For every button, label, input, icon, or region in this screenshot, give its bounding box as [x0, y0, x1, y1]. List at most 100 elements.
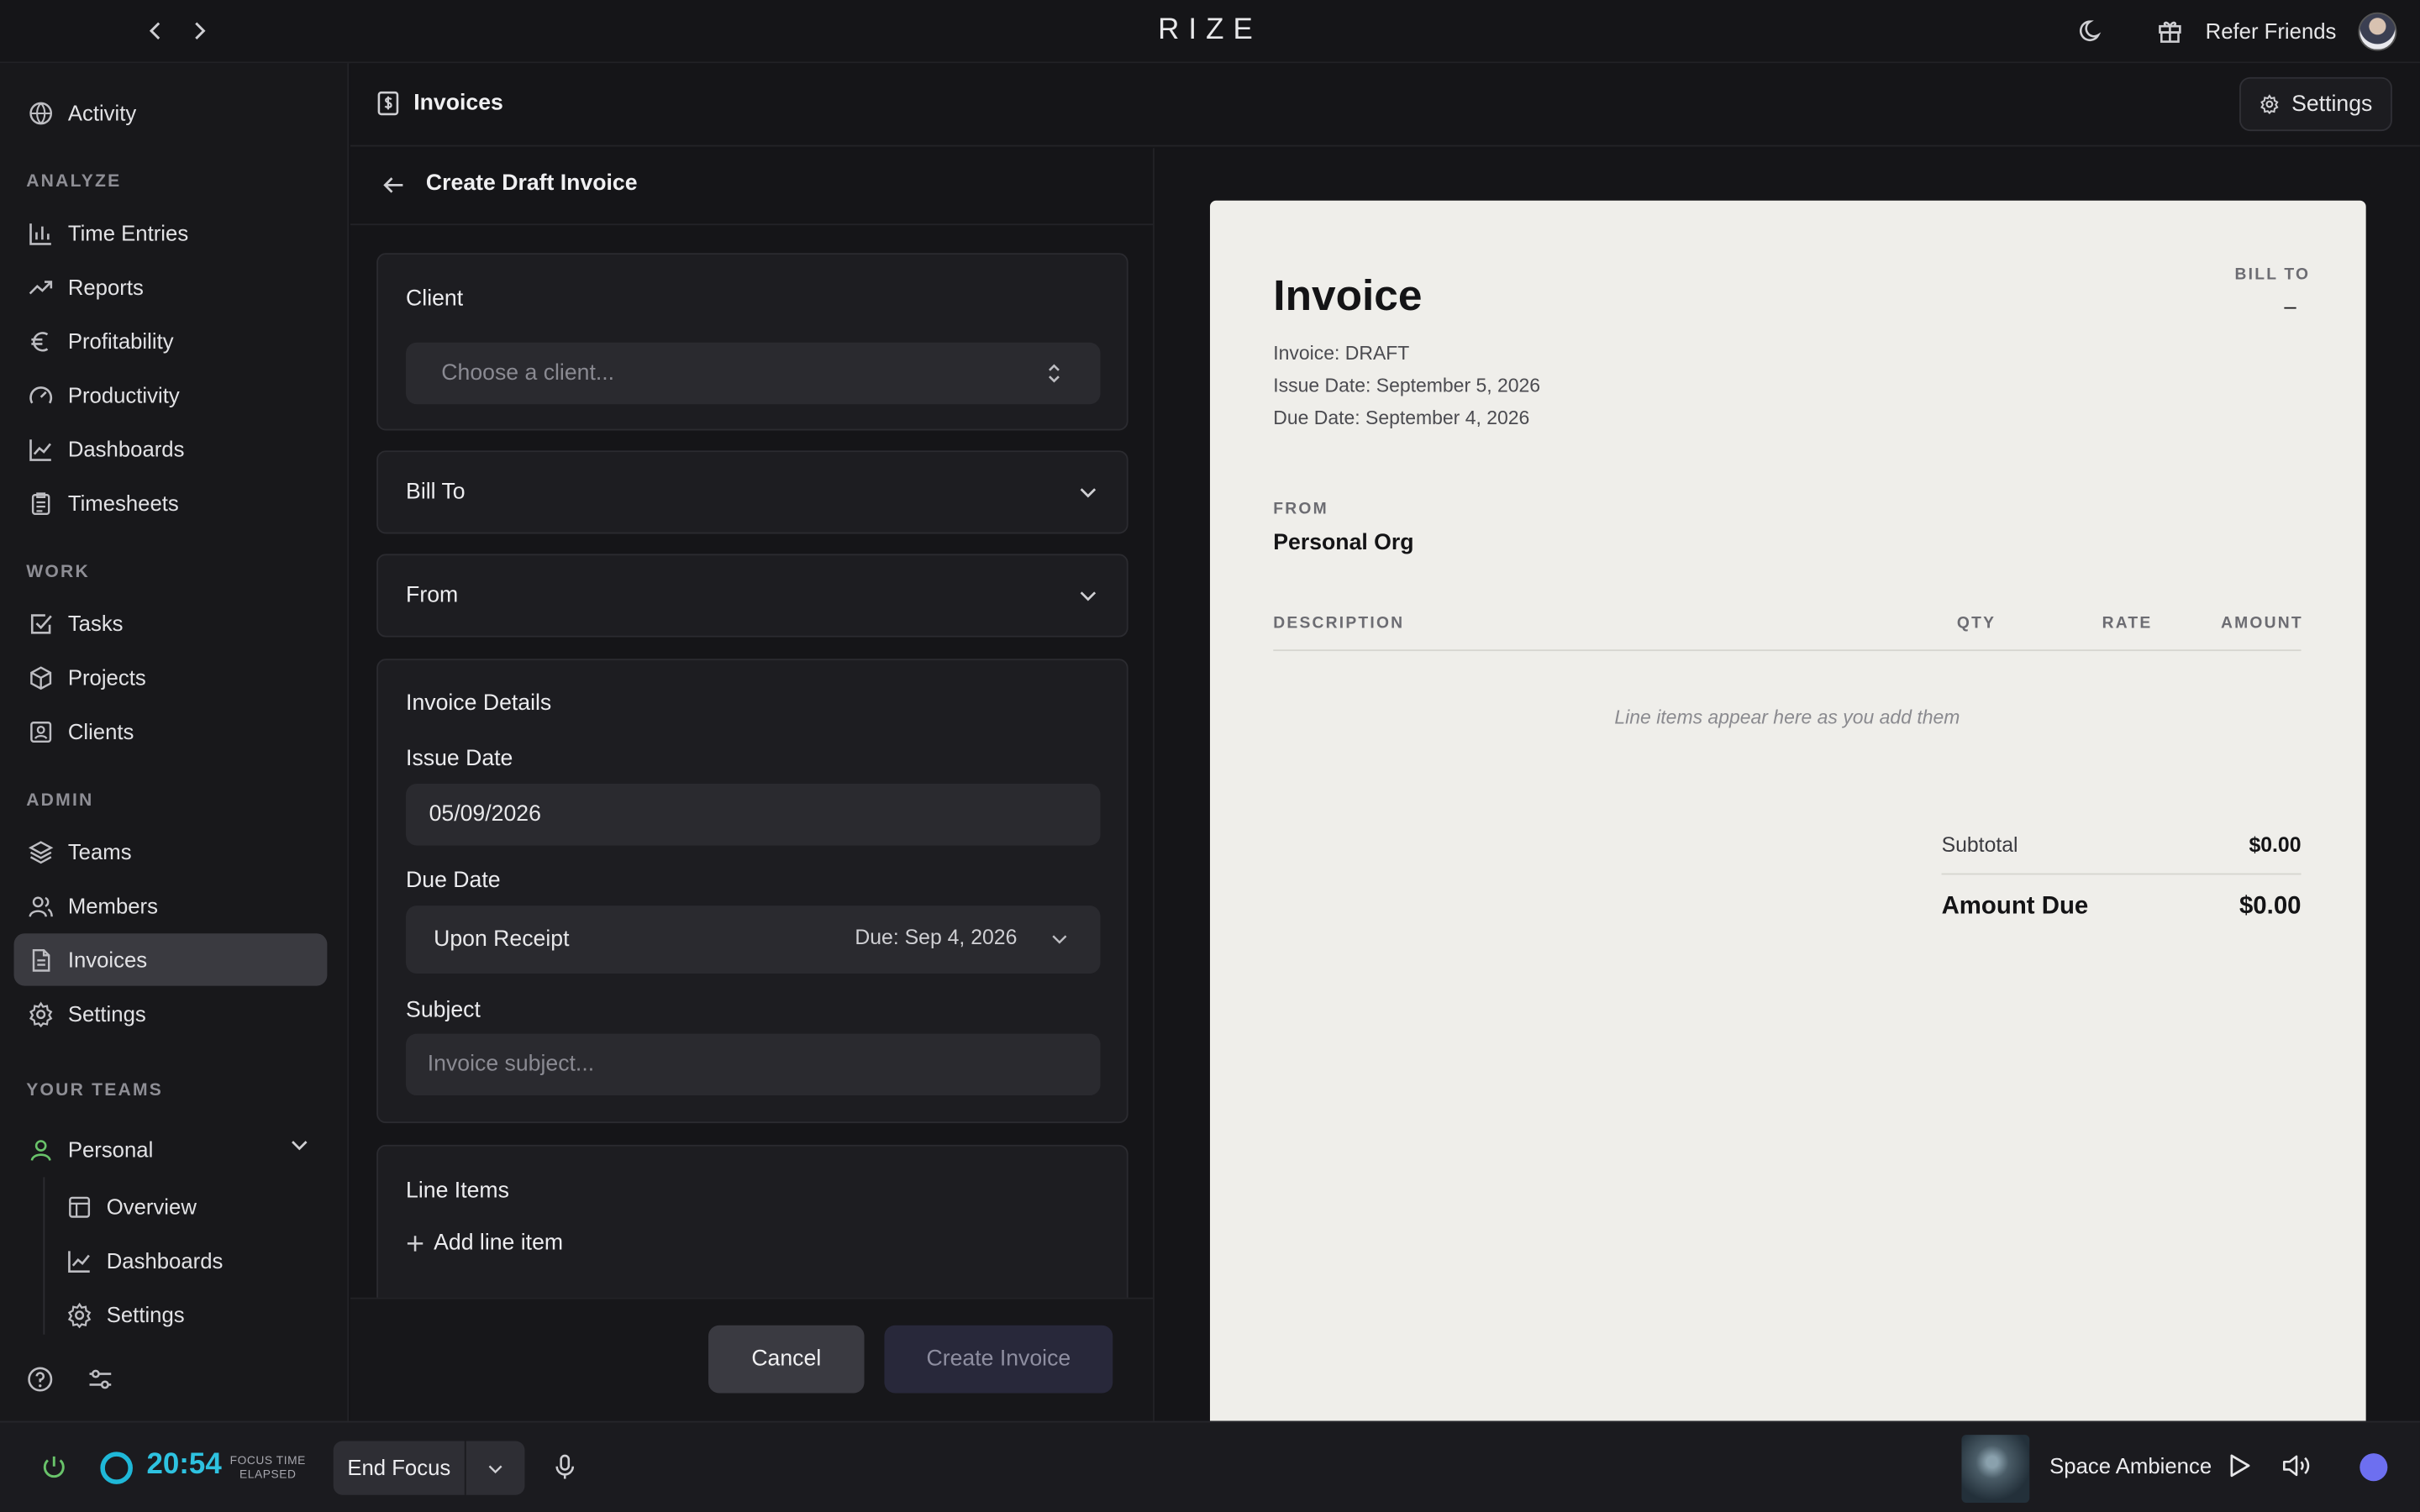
- focus-timer: 20:54: [146, 1448, 222, 1482]
- sidebar-item-label: Time Entries: [67, 220, 189, 246]
- arrow-left-icon[interactable]: [381, 173, 406, 197]
- avatar[interactable]: [2358, 12, 2397, 51]
- sidebar-item-team-dashboards[interactable]: Dashboards: [52, 1234, 327, 1286]
- sidebar-item-label: Profitability: [67, 328, 174, 354]
- client-label: Client: [406, 286, 464, 312]
- microphone-icon[interactable]: [553, 1453, 577, 1481]
- chevron-up-down-icon: [1044, 361, 1063, 386]
- users-icon: [26, 892, 54, 920]
- sidebar-item-timesheets[interactable]: Timesheets: [14, 477, 328, 529]
- back-arrow-icon[interactable]: [140, 15, 171, 46]
- moon-icon[interactable]: [2079, 17, 2107, 45]
- focus-bar: 20:54 FOCUS TIME ELAPSED End Focus Space…: [0, 1420, 2420, 1512]
- client-select-placeholder: Choose a client...: [441, 360, 615, 386]
- column-header-description: DESCRIPTION: [1273, 614, 1405, 633]
- sidebar-item-label: Members: [67, 893, 159, 918]
- refer-friends-link[interactable]: Refer Friends: [2206, 18, 2337, 43]
- due-date-select[interactable]: Upon Receipt Due: Sep 4, 2026: [406, 906, 1101, 974]
- sidebar-item-clients[interactable]: Clients: [14, 705, 328, 757]
- create-invoice-button[interactable]: Create Invoice: [884, 1325, 1113, 1394]
- sidebar-item-label: Tasks: [67, 611, 124, 636]
- sidebar-item-label: Overview: [106, 1194, 197, 1219]
- sidebar-item-settings[interactable]: Settings: [14, 987, 328, 1039]
- bill-to-value: –: [2284, 292, 2296, 318]
- power-icon[interactable]: [40, 1453, 68, 1481]
- client-card: Client Choose a client...: [376, 253, 1128, 431]
- cancel-button[interactable]: Cancel: [708, 1325, 865, 1394]
- sidebar-item-team-settings[interactable]: Settings: [52, 1289, 327, 1341]
- sidebar-item-label: Projects: [67, 664, 146, 690]
- form-footer: Cancel Create Invoice: [350, 1297, 1154, 1421]
- settings-button[interactable]: Settings: [2239, 76, 2392, 132]
- help-icon[interactable]: [26, 1365, 54, 1393]
- due-date-term: Upon Receipt: [434, 927, 570, 953]
- issue-date-input[interactable]: 05/09/2026: [406, 784, 1101, 846]
- sidebar-item-label: Settings: [67, 1001, 146, 1026]
- amount-due-label: Amount Due: [1941, 893, 2089, 920]
- chevron-down-icon: [1050, 929, 1070, 949]
- sidebar-item-label: Invoices: [67, 947, 148, 973]
- focus-ring-icon: [100, 1452, 133, 1484]
- sidebar-item-label: Teams: [67, 839, 132, 864]
- form-header: Create Draft Invoice: [350, 148, 1154, 226]
- layers-icon: [26, 837, 54, 865]
- end-focus-button[interactable]: End Focus: [334, 1441, 466, 1495]
- gear-icon: [2260, 94, 2280, 114]
- focus-caption-line-2: ELAPSED: [239, 1466, 297, 1481]
- column-header-amount: AMOUNT: [2221, 614, 2303, 633]
- empty-line-items-note: Line items appear here as you add them: [1614, 706, 1960, 728]
- section-heading-admin: ADMIN: [26, 791, 94, 811]
- sidebar-item-dashboards[interactable]: Dashboards: [14, 423, 328, 475]
- invoice-preview-paper: Invoice Invoice: DRAFT Issue Date: Septe…: [1209, 200, 2366, 1421]
- add-line-item-button[interactable]: Add line item: [406, 1231, 563, 1256]
- column-header-rate: RATE: [2102, 614, 2153, 633]
- gear-icon: [65, 1300, 92, 1328]
- chevron-down-icon[interactable]: [1077, 481, 1099, 503]
- user-icon: [26, 1136, 54, 1163]
- from-section[interactable]: From: [376, 554, 1128, 638]
- subject-label: Subject: [406, 998, 481, 1023]
- subject-input[interactable]: Invoice subject...: [406, 1033, 1101, 1096]
- sidebar-item-team-personal[interactable]: Personal: [14, 1123, 328, 1175]
- chevron-down-icon[interactable]: [288, 1134, 310, 1156]
- sidebar-item-activity[interactable]: Activity: [14, 87, 328, 139]
- client-select[interactable]: Choose a client...: [406, 342, 1101, 405]
- invoice-details-card: Invoice Details Issue Date 05/09/2026 Du…: [376, 659, 1128, 1124]
- line-chart-icon: [26, 435, 54, 463]
- sidebar-item-time-entries[interactable]: Time Entries: [14, 207, 328, 259]
- sidebar-item-tasks[interactable]: Tasks: [14, 597, 328, 649]
- sidebar-item-reports[interactable]: Reports: [14, 260, 328, 312]
- invoice-due-date: Due Date: September 4, 2026: [1273, 407, 1530, 429]
- euro-icon: [26, 327, 54, 354]
- sidebar-item-teams[interactable]: Teams: [14, 826, 328, 878]
- sidebar-item-profitability[interactable]: Profitability: [14, 315, 328, 367]
- trending-up-icon: [26, 273, 54, 301]
- file-text-icon: [26, 946, 54, 974]
- bill-to-section[interactable]: Bill To: [376, 450, 1128, 534]
- page-title: Invoices: [413, 91, 503, 116]
- focus-timer-caption: FOCUS TIME ELAPSED: [230, 1454, 306, 1481]
- forward-arrow-icon[interactable]: [184, 15, 215, 46]
- end-focus-dropdown[interactable]: [466, 1459, 525, 1478]
- play-icon[interactable]: [2227, 1452, 2251, 1479]
- subtotal-label: Subtotal: [1941, 832, 2018, 857]
- gift-icon[interactable]: [2156, 17, 2184, 45]
- music-title[interactable]: Space Ambience: [2049, 1453, 2212, 1478]
- section-heading-work: WORK: [26, 563, 90, 582]
- volume-icon[interactable]: [2281, 1452, 2312, 1479]
- sidebar-item-invoices[interactable]: Invoices: [13, 933, 328, 986]
- sidebar-item-team-overview[interactable]: Overview: [52, 1180, 327, 1232]
- layout-icon: [65, 1193, 92, 1221]
- sidebar-item-members[interactable]: Members: [14, 879, 328, 932]
- sliders-icon[interactable]: [87, 1365, 114, 1393]
- chevron-down-icon[interactable]: [1077, 585, 1099, 606]
- column-header-qty: QTY: [1956, 614, 1996, 633]
- sidebar-item-productivity[interactable]: Productivity: [14, 369, 328, 421]
- sidebar-item-projects[interactable]: Projects: [14, 651, 328, 703]
- music-artwork[interactable]: [1961, 1435, 2030, 1503]
- sidebar-item-label: Activity: [67, 100, 137, 125]
- sidebar-item-label: Personal: [67, 1137, 154, 1163]
- settings-button-label: Settings: [2291, 92, 2373, 117]
- status-dot[interactable]: [2360, 1453, 2388, 1482]
- add-line-item-label: Add line item: [434, 1231, 564, 1257]
